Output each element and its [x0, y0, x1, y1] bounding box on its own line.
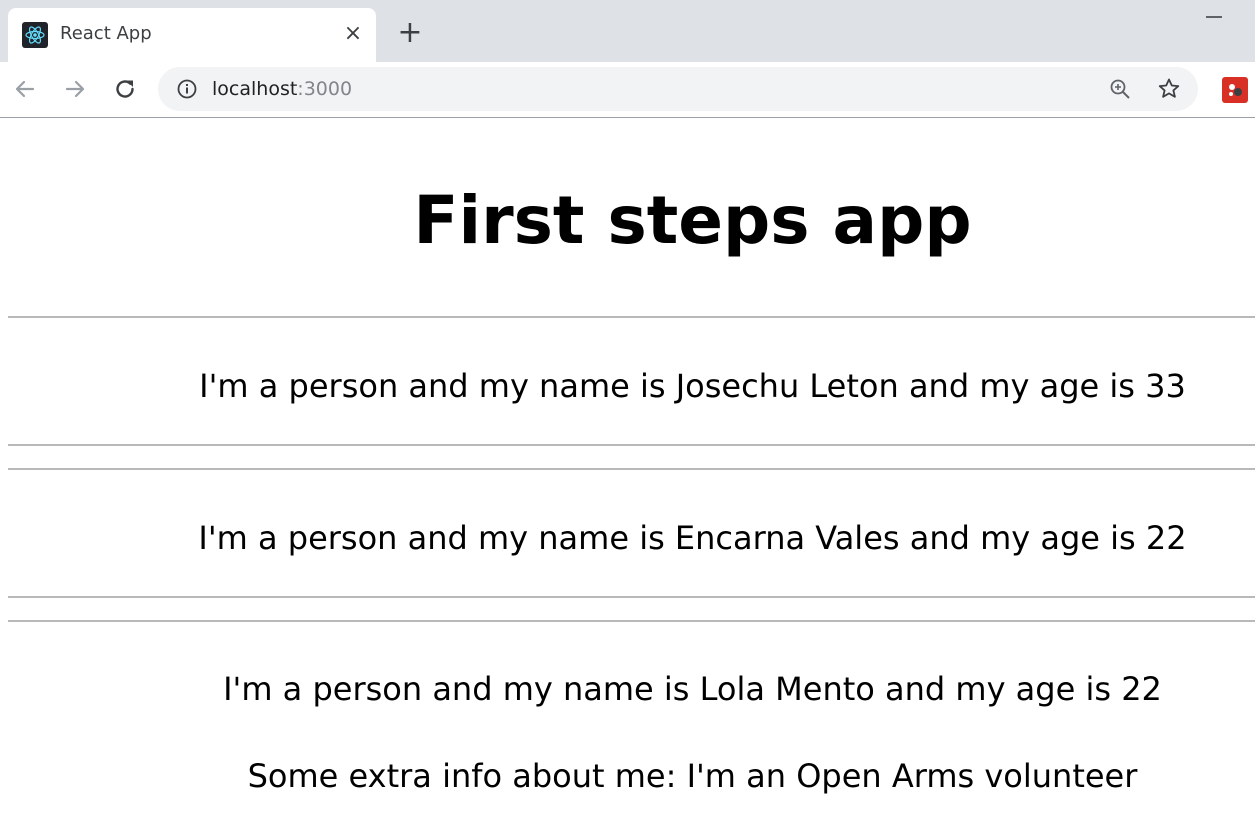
person-card-top-border [8, 620, 1255, 622]
tab-close-icon[interactable]: × [341, 22, 365, 46]
new-tab-button[interactable]: + [395, 18, 425, 50]
minimize-window-button[interactable] [1206, 16, 1222, 18]
person-extra-info: Some extra info about me: I'm an Open Ar… [247, 757, 1138, 795]
tab-strip: React App × + [0, 0, 1255, 62]
browser-toolbar: localhost:3000 [0, 62, 1255, 118]
tab-react-app[interactable]: React App × [8, 8, 376, 62]
back-arrow-icon[interactable] [10, 74, 40, 104]
url-port: :3000 [297, 78, 353, 100]
reload-icon[interactable] [110, 74, 140, 104]
address-bar[interactable]: localhost:3000 [158, 67, 1198, 111]
tab-title: React App [60, 23, 152, 44]
person-card-bottom-border [8, 596, 1255, 598]
person-description: I'm a person and my name is Josechu Leto… [199, 367, 1186, 405]
site-info-icon[interactable] [176, 78, 198, 100]
react-favicon-icon [22, 22, 48, 48]
person-description: I'm a person and my name is Encarna Vale… [198, 519, 1187, 557]
bookmark-star-icon[interactable] [1156, 76, 1182, 102]
page-title: First steps app [413, 182, 972, 259]
url-host: localhost [212, 78, 298, 100]
forward-arrow-icon[interactable] [60, 74, 90, 104]
person-card-top-border [8, 468, 1255, 470]
person-card-bottom-border [8, 444, 1255, 446]
person-description: I'm a person and my name is Lola Mento a… [223, 670, 1162, 708]
page-content: First steps app I'm a person and my name… [0, 118, 1255, 833]
url-text[interactable]: localhost:3000 [212, 78, 352, 100]
person-card-top-border [8, 316, 1255, 318]
zoom-in-icon[interactable] [1108, 77, 1132, 101]
extension-icon[interactable] [1222, 77, 1248, 103]
